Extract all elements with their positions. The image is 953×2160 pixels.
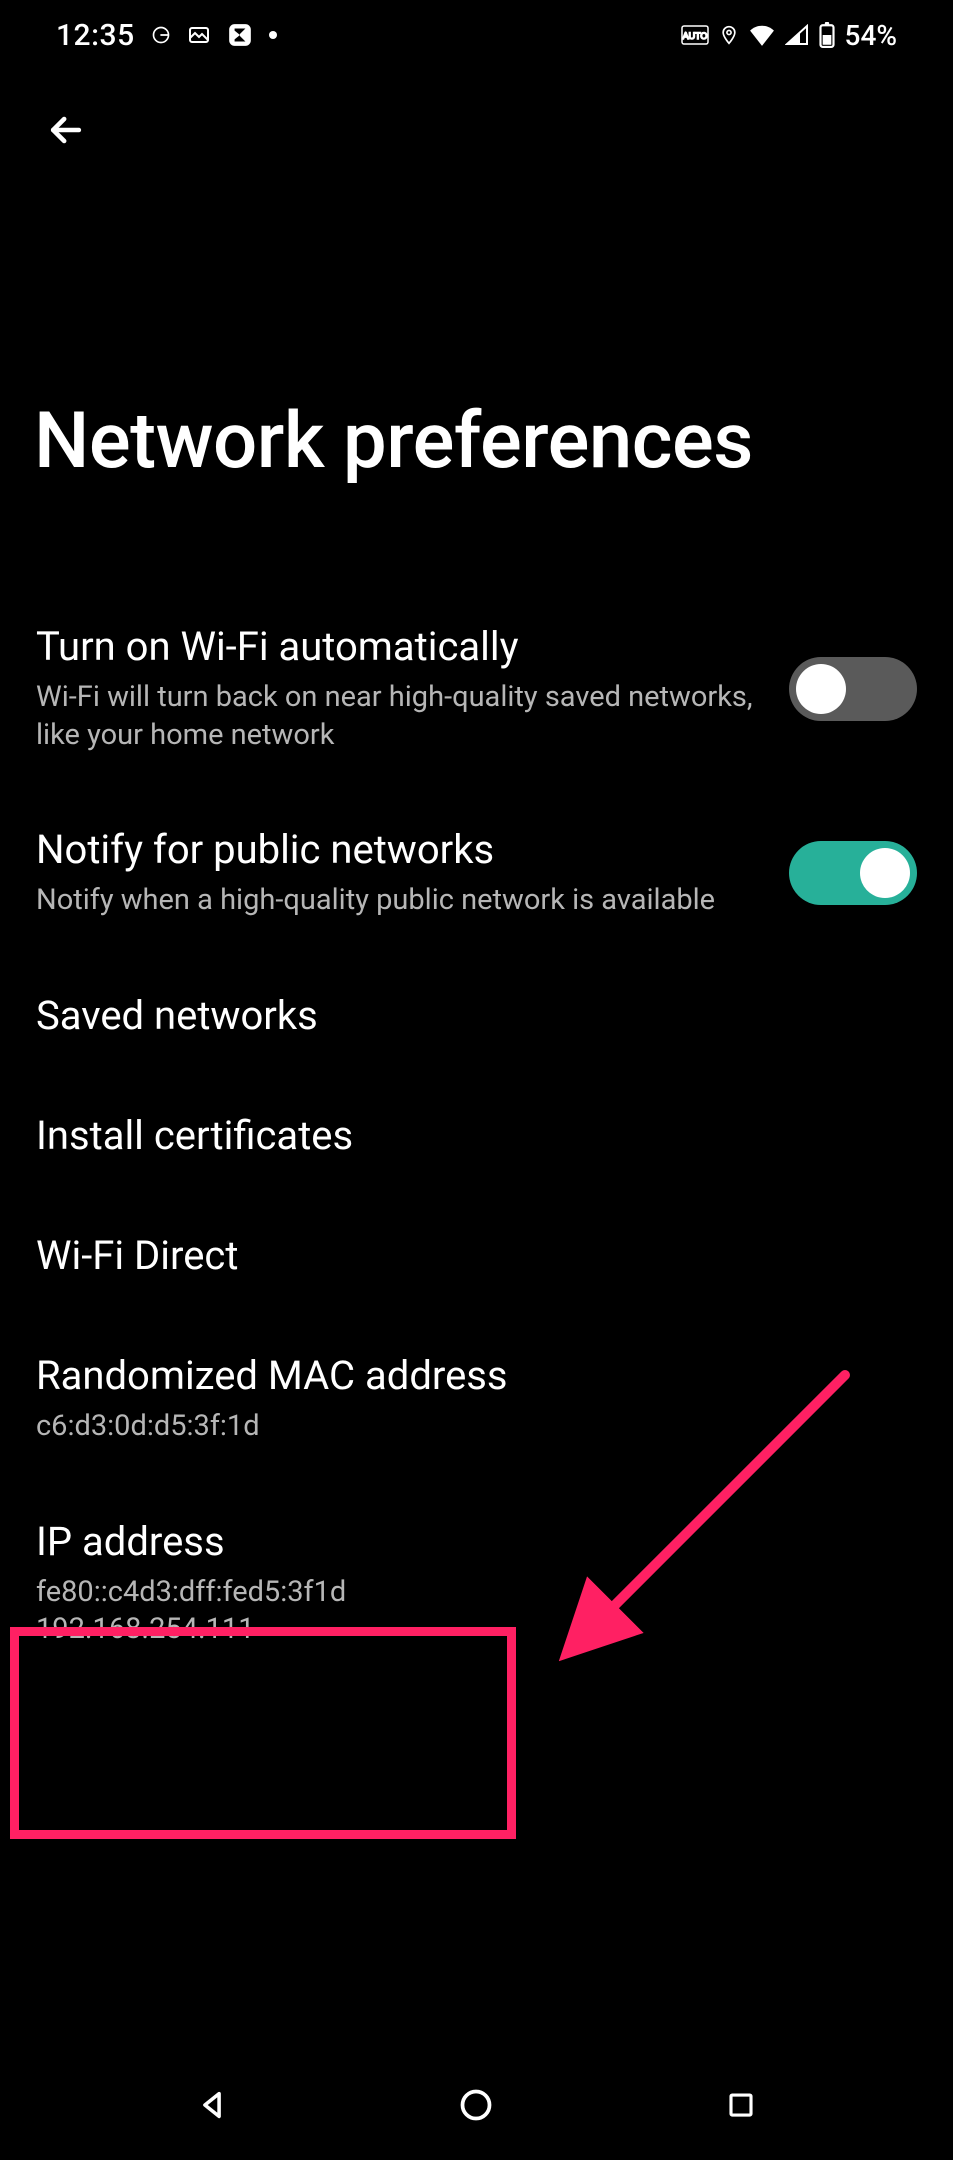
setting-notify-public[interactable]: Notify for public networks Notify when a… (36, 790, 917, 956)
sigma-icon (227, 22, 253, 48)
setting-randomized-mac[interactable]: Randomized MAC address c6:d3:0d:d5:3f:1d (36, 1316, 917, 1482)
auto-hz-icon: AUTO (681, 25, 709, 45)
setting-title: IP address (36, 1518, 893, 1566)
battery-icon (819, 22, 835, 48)
setting-title: Install certificates (36, 1112, 893, 1160)
setting-ip-address[interactable]: IP address fe80::c4d3:dff:fed5:3f1d 192.… (36, 1482, 917, 1685)
status-bar: 12:35 AUTO 54% (0, 0, 953, 56)
svg-text:AUTO: AUTO (682, 31, 707, 41)
status-time: 12:35 (56, 18, 135, 53)
setting-subtitle: fe80::c4d3:dff:fed5:3f1d 192.168.254.111 (36, 1574, 893, 1649)
setting-subtitle: c6:d3:0d:d5:3f:1d (36, 1408, 893, 1446)
nav-home-button[interactable] (446, 2075, 506, 2135)
nav-recent-button[interactable] (711, 2075, 771, 2135)
setting-title: Randomized MAC address (36, 1352, 893, 1400)
navigation-bar (0, 2050, 953, 2160)
triangle-back-icon (195, 2088, 229, 2122)
battery-percent: 54% (845, 19, 897, 52)
page-title: Network preferences (0, 156, 953, 527)
circle-home-icon (458, 2087, 494, 2123)
header (0, 56, 953, 156)
location-icon (719, 23, 739, 47)
notification-dot-icon (269, 31, 277, 39)
setting-title: Saved networks (36, 992, 893, 1040)
setting-subtitle: Notify when a high-quality public networ… (36, 882, 765, 920)
wifi-icon (749, 24, 775, 46)
setting-saved-networks[interactable]: Saved networks (36, 956, 917, 1076)
gallery-icon (187, 23, 211, 47)
notify-public-toggle[interactable] (789, 841, 917, 905)
arrow-left-icon (44, 108, 88, 152)
setting-title: Wi-Fi Direct (36, 1232, 893, 1280)
setting-wifi-direct[interactable]: Wi-Fi Direct (36, 1196, 917, 1316)
back-button[interactable] (40, 104, 92, 156)
status-right: AUTO 54% (681, 19, 897, 52)
signal-icon (785, 24, 809, 46)
setting-wifi-auto[interactable]: Turn on Wi-Fi automatically Wi-Fi will t… (36, 587, 917, 790)
nav-back-button[interactable] (182, 2075, 242, 2135)
setting-subtitle: Wi-Fi will turn back on near high-qualit… (36, 679, 765, 754)
setting-title: Notify for public networks (36, 826, 765, 874)
status-left: 12:35 (56, 18, 277, 53)
wifi-auto-toggle[interactable] (789, 657, 917, 721)
google-icon (151, 25, 171, 45)
setting-title: Turn on Wi-Fi automatically (36, 623, 765, 671)
settings-list: Turn on Wi-Fi automatically Wi-Fi will t… (0, 527, 953, 1685)
setting-install-certs[interactable]: Install certificates (36, 1076, 917, 1196)
square-recent-icon (726, 2090, 756, 2120)
